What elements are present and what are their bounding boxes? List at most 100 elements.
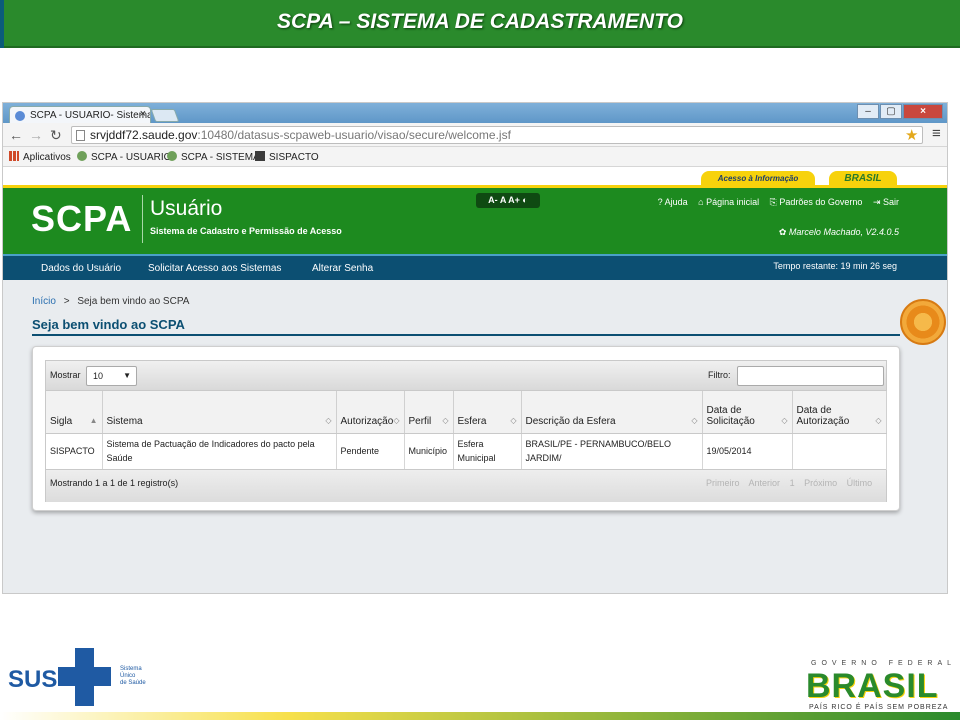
nav-solicitar-acesso[interactable]: Solicitar Acesso aos Sistemas <box>148 263 281 274</box>
pager-previous[interactable]: Anterior <box>749 478 781 488</box>
page-title: Seja bem vindo ao SCPA <box>32 317 185 332</box>
nav-dados-usuario[interactable]: Dados do Usuário <box>41 263 121 274</box>
bookmark-apps[interactable]: Aplicativos <box>9 151 71 163</box>
sort-icon: ◇ <box>691 415 698 425</box>
content-panel: Mostrar 10 ▼ Filtro: Sigla ▲ Sistema ◇ A… <box>32 346 900 511</box>
breadcrumb-separator: > <box>63 296 70 307</box>
governo-federal-logo: GOVERNO FEDERAL BRASIL PAÍS RICO É PAÍS … <box>806 660 956 714</box>
help-link[interactable]: ? Ajuda <box>658 197 688 207</box>
cell-descricao-esfera: BRASIL/PE - PERNAMBUCO/BELO JARDIM/ <box>521 433 703 470</box>
filter-input[interactable] <box>737 366 884 386</box>
cell-data-autorizacao <box>792 433 887 470</box>
minimize-button[interactable]: – <box>857 104 879 119</box>
acesso-informacao-link[interactable]: Acesso à Informação <box>701 171 815 187</box>
globe-icon <box>167 151 177 161</box>
slide-header: SCPA – SISTEMA DE CADASTRAMENTO <box>0 0 960 48</box>
browser-screenshot: SCPA - USUARIO- Sistema × – ▢ × ← → ↻ sr… <box>2 102 948 594</box>
pager-first[interactable]: Primeiro <box>706 478 740 488</box>
cell-sistema: Sistema de Pactuação de Indicadores do p… <box>102 433 337 470</box>
gov-logo-top: GOVERNO FEDERAL <box>811 660 957 667</box>
breadcrumb-current: Seja bem vindo ao SCPA <box>77 296 190 307</box>
session-timer: Tempo restante: 19 min 26 seg <box>773 261 897 271</box>
user-info: ✿ Marcelo Machado, V2.4.0.5 <box>778 227 899 237</box>
browser-toolbar: ← → ↻ srvjddf72.saude.gov:10480/datasus-… <box>3 123 947 147</box>
nav-alterar-senha[interactable]: Alterar Senha <box>312 263 373 274</box>
cell-data-solicitacao: 19/05/2014 <box>702 433 793 470</box>
close-tab-icon[interactable]: × <box>140 108 146 120</box>
new-tab-button[interactable] <box>150 109 180 122</box>
sispacto-icon <box>255 151 265 161</box>
forward-arrow-icon[interactable]: → <box>29 127 43 143</box>
window-controls: – ▢ × <box>856 104 943 119</box>
sort-icon: ◇ <box>393 415 400 425</box>
column-header-autorizacao[interactable]: Autorização ◇ <box>336 391 405 434</box>
sort-icon: ◇ <box>442 415 449 425</box>
gov-standards-link[interactable]: ⎘ Padrões do Governo <box>770 197 863 207</box>
header-links: ? Ajuda ⌂ Página inicial ⎘ Padrões do Go… <box>650 197 899 208</box>
sort-icon: ◇ <box>510 415 517 425</box>
globe-icon <box>15 111 25 121</box>
data-table: Mostrar 10 ▼ Filtro: Sigla ▲ Sistema ◇ A… <box>45 360 887 502</box>
column-header-descricao-esfera[interactable]: Descrição da Esfera ◇ <box>521 391 703 434</box>
maximize-button[interactable]: ▢ <box>880 104 902 119</box>
app-subtitle: Sistema de Cadastro e Permissão de Acess… <box>150 226 342 236</box>
sus-logo-subtitle: Sistema Único de Saúde <box>120 666 146 686</box>
logout-link[interactable]: ⇥ Sair <box>873 197 899 207</box>
back-arrow-icon[interactable]: ← <box>9 127 23 143</box>
sort-icon: ◇ <box>325 415 332 425</box>
tab-title: SCPA - USUARIO- Sistema <box>30 110 151 121</box>
table-toolbar: Mostrar 10 ▼ Filtro: <box>46 361 886 391</box>
address-bar[interactable]: srvjddf72.saude.gov:10480/datasus-scpawe… <box>71 126 923 144</box>
url-path: :10480/datasus-scpaweb-usuario/visao/sec… <box>197 128 511 142</box>
breadcrumb-home[interactable]: Início <box>32 296 56 307</box>
chevron-down-icon: ▼ <box>123 371 131 380</box>
app-name: Usuário <box>150 197 223 220</box>
pager-last[interactable]: Último <box>847 478 873 488</box>
title-divider <box>32 334 900 336</box>
close-window-button[interactable]: × <box>903 104 943 119</box>
records-info: Mostrando 1 a 1 de 1 registro(s) <box>50 478 179 488</box>
seal-badge-icon <box>900 299 946 345</box>
gov-bar: Acesso à Informação BRASIL <box>3 167 947 188</box>
pager-next[interactable]: Próximo <box>804 478 837 488</box>
logo-divider <box>142 195 143 243</box>
cell-esfera: Esfera Municipal <box>453 433 522 470</box>
column-header-esfera[interactable]: Esfera ◇ <box>453 391 522 434</box>
cell-perfil: Município <box>404 433 454 470</box>
home-page-link[interactable]: ⌂ Página inicial <box>698 197 759 207</box>
bookmark-star-icon[interactable]: ★ <box>905 126 918 144</box>
column-header-data-solicitacao[interactable]: Data de Solicitação ◇ <box>702 391 793 434</box>
page-icon <box>76 130 85 141</box>
column-header-data-autorizacao[interactable]: Data de Autorização ◇ <box>792 391 887 434</box>
page-size-value: 10 <box>93 371 104 381</box>
page-size-label: Mostrar <box>50 370 81 380</box>
font-size-controls[interactable]: A- A A+ ◐ <box>476 193 540 208</box>
column-header-sigla[interactable]: Sigla ▲ <box>46 391 103 434</box>
apps-grid-icon <box>9 151 19 161</box>
column-header-sistema[interactable]: Sistema ◇ <box>102 391 337 434</box>
sus-cross-icon <box>58 667 111 686</box>
table-row[interactable]: SISPACTO Sistema de Pactuação de Indicad… <box>46 433 887 470</box>
menu-icon[interactable]: ≡ <box>932 125 941 142</box>
sus-logo-text: SUS <box>8 666 58 693</box>
globe-icon <box>77 151 87 161</box>
browser-tab-bar: SCPA - USUARIO- Sistema × – ▢ × <box>3 103 947 123</box>
bookmark-scpa-usuario[interactable]: SCPA - USUARIO <box>77 151 171 163</box>
reload-icon[interactable]: ↻ <box>50 127 62 144</box>
bottom-decorative-band <box>0 712 960 720</box>
sort-icon: ◇ <box>875 415 882 425</box>
page-size-select[interactable]: 10 ▼ <box>86 366 137 386</box>
column-header-perfil[interactable]: Perfil ◇ <box>404 391 454 434</box>
bookmark-sispacto[interactable]: SISPACTO <box>255 151 319 163</box>
bookmark-scpa-sistema[interactable]: SCPA - SISTEMA <box>167 151 260 163</box>
bookmarks-bar: Aplicativos SCPA - USUARIO SCPA - SISTEM… <box>3 147 947 167</box>
cell-autorizacao: Pendente <box>336 433 405 470</box>
brasil-link[interactable]: BRASIL <box>829 171 897 187</box>
records-table: Sigla ▲ Sistema ◇ Autorização ◇ Perfil ◇ Esf… <box>46 391 887 470</box>
table-footer: Mostrando 1 a 1 de 1 registro(s) Primeir… <box>46 469 886 502</box>
cell-sigla: SISPACTO <box>46 433 103 470</box>
browser-tab[interactable]: SCPA - USUARIO- Sistema × <box>9 106 151 123</box>
breadcrumb: Início > Seja bem vindo ao SCPA <box>32 296 189 307</box>
site-logo[interactable]: SCPA <box>31 198 132 240</box>
pager-page-1[interactable]: 1 <box>790 478 795 488</box>
